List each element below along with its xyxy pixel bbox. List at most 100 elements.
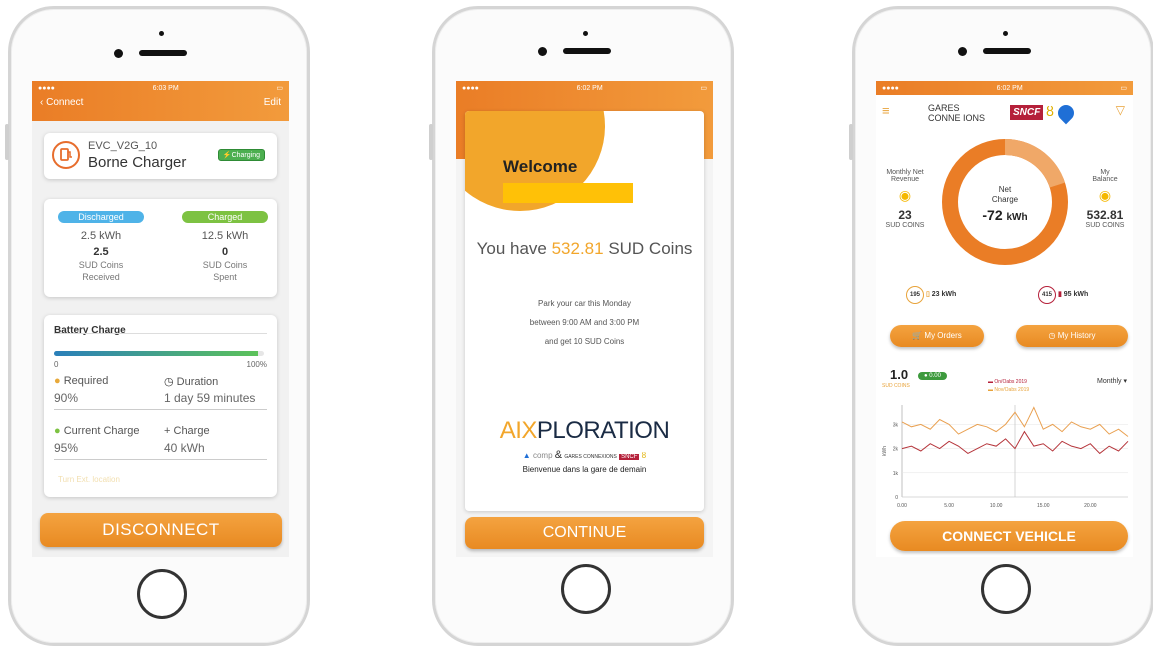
coin-icon: ◉ (898, 187, 912, 203)
scale-min: 0 (54, 360, 59, 369)
charge-value: 40 kWh (164, 441, 205, 455)
plus-icon: + (164, 425, 171, 437)
proximity-sensor (583, 31, 588, 36)
connect-vehicle-button[interactable]: CONNECT VEHICLE (890, 521, 1128, 551)
status-bar: ●●●● 6:02 PM ▭ (456, 81, 713, 95)
volume-button (849, 124, 853, 160)
dot-icon: ● (54, 375, 61, 387)
coins-message: You have 532.81 SUD Coins (476, 239, 693, 258)
carrier-icon: ●●●● (38, 84, 55, 92)
history-icon: ◷ (1048, 331, 1056, 340)
coins-received-value: 2.5 (93, 246, 109, 258)
battery-icon: ▭ (700, 85, 707, 92)
front-camera (114, 49, 123, 58)
energy-card: Discharged Charged 2.5 kWh 12.5 kWh 2.5 … (44, 199, 277, 297)
menu-icon[interactable]: ≡ (882, 103, 890, 118)
status-bar-bg: ●●●● 6:02 PM ▭ (876, 81, 1133, 95)
tagline: Bienvenue dans la gare de demain (522, 465, 647, 474)
carrier-icon: ●●●● (882, 84, 899, 92)
y-tick-label: 0 (895, 495, 898, 501)
battery-icon: ▯ (925, 291, 930, 298)
volume-button (429, 124, 433, 160)
earpiece (139, 50, 187, 56)
net-charge-value: -72 kWh (982, 207, 1028, 223)
disconnect-button[interactable]: DISCONNECT (40, 513, 282, 547)
cart-icon: 🛒 (912, 331, 923, 340)
edit-button[interactable]: Edit (264, 97, 281, 108)
home-button[interactable] (137, 569, 187, 619)
chart-head-value: 1.0 (890, 367, 909, 382)
required-value: 90% (54, 391, 79, 405)
back-button[interactable]: ‹ Connect (40, 97, 83, 108)
front-camera (538, 47, 547, 56)
charged-pill: Charged (182, 211, 268, 223)
my-orders-button[interactable]: 🛒 My Orders (890, 325, 984, 347)
legend-1: ▬ On/Oabs 2019 (988, 379, 1027, 385)
faded-location-link[interactable]: Turn Ext. location (58, 475, 120, 484)
earpiece (983, 48, 1031, 54)
charger-card[interactable]: EVC_V2G_10 Borne Charger ⚡Charging (44, 133, 277, 179)
x-tick-label: 20.00 (1084, 503, 1097, 509)
chevron-down-icon: ▾ (1123, 378, 1127, 385)
medal-icon: ȣ (1046, 103, 1054, 119)
coins-spent-value: 0 (221, 246, 229, 258)
chart-badge: ● 0.00 (918, 372, 947, 380)
comp-logo-icon: ▲ (522, 451, 531, 460)
filter-icon[interactable]: ▽ (1116, 103, 1125, 117)
discharged-kwh: 2.5 kWh (80, 230, 122, 242)
continue-button[interactable]: CONTINUE (465, 517, 704, 549)
battery-progress-track (54, 351, 264, 356)
my-history-button[interactable]: ◷ My History (1016, 325, 1128, 347)
dot-icon: ● (924, 373, 928, 379)
phone-charger-detail: ●●●● 6:03 PM ▭ ‹ Connect Edit EVC_V2G_10… (5, 6, 310, 646)
x-tick-label: 15.00 (1037, 503, 1050, 509)
stat-charged: 415 ▮ 95 kWh (1038, 286, 1088, 304)
battery-card: Battery Charge 0 100% ● Required 90% ◷ D… (44, 315, 277, 497)
charge-label: + Charge (164, 425, 210, 437)
stat-discharged: 195 ▯ 23 kWh (906, 286, 956, 304)
duration-value: 1 day 59 minutes (164, 391, 256, 405)
battery-progress-fill (54, 351, 258, 356)
battery-icon: ▭ (276, 85, 283, 92)
battery-title: Battery Charge (54, 325, 126, 336)
home-button[interactable] (561, 564, 611, 614)
welcome-card: Welcome You have 532.81 SUD Coins Park y… (465, 111, 704, 511)
phone-dashboard: ●●●● 6:02 PM ▭ ≡ ▽ GARES CONNE IONS SNCF… (849, 6, 1153, 646)
screen: ●●●● 6:02 PM ▭ Welcome You have 532.81 S… (456, 81, 713, 557)
proximity-sensor (159, 31, 164, 36)
status-time: 6:02 PM (996, 84, 1023, 92)
redaction-bar (503, 183, 633, 203)
charger-name: Borne Charger (88, 154, 187, 171)
monthly-revenue: Monthly Net Revenue ◉ 23 SUD COINS (880, 169, 930, 229)
coin-icon: ◉ (1098, 187, 1112, 203)
lightning-icon: ⚡ (222, 152, 232, 159)
chart-head-sub: SUD COINS (882, 383, 910, 389)
y-tick-label: 2k (893, 447, 899, 453)
status-bar: ●●●● 6:03 PM ▭ (32, 81, 289, 95)
line-chart: 0 1k 2k 3k 0.00 5.00 10.00 15.00 20.00 kWh (882, 405, 1129, 509)
period-dropdown[interactable]: Monthly ▾ (1097, 377, 1127, 385)
status-bar: ●●●● 6:02 PM ▭ (876, 81, 1133, 95)
carrier-icon: ●●●● (462, 84, 479, 92)
current-charge-label: ● Current Charge (54, 425, 140, 437)
volume-button (5, 124, 9, 160)
earpiece (563, 48, 611, 54)
screen: ●●●● 6:02 PM ▭ ≡ ▽ GARES CONNE IONS SNCF… (876, 81, 1133, 557)
clock-icon: ◷ (164, 376, 174, 388)
y-tick-label: 1k (893, 471, 899, 477)
battery-icon: ▭ (1120, 85, 1127, 92)
phone-welcome: ●●●● 6:02 PM ▭ Welcome You have 532.81 S… (429, 6, 734, 646)
discharged-pill: Discharged (58, 211, 144, 223)
x-tick-label: 10.00 (990, 503, 1003, 509)
y-axis-label: kWh (882, 446, 888, 456)
droplet-icon (1054, 101, 1078, 125)
legend-2: ▬ Nov/Oabs 2019 (988, 387, 1030, 393)
coins-received-label: SUD Coins Received (78, 260, 124, 282)
charged-kwh: 12.5 kWh (201, 230, 249, 242)
status-time: 6:03 PM (152, 84, 179, 92)
header-bar: ●●●● 6:03 PM ▭ ‹ Connect Edit (32, 81, 289, 121)
charger-id: EVC_V2G_10 (88, 140, 158, 152)
medal-icon: ȣ (641, 451, 647, 460)
net-charge-label: Net Charge (991, 185, 1019, 204)
home-button[interactable] (981, 564, 1031, 614)
